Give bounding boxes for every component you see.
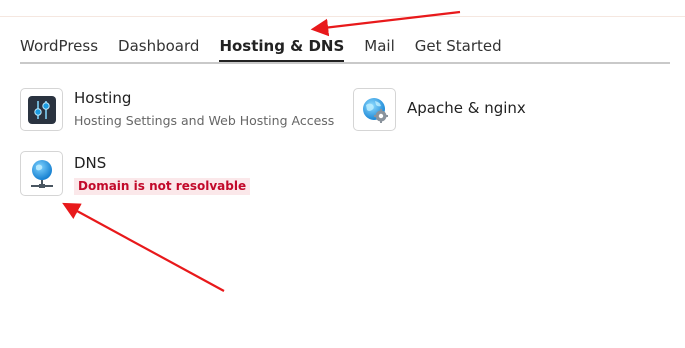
sliders-icon xyxy=(27,95,56,124)
tab-mail[interactable]: Mail xyxy=(364,37,394,60)
apache-nginx-tile[interactable]: Apache & nginx xyxy=(353,88,526,131)
globe-network-icon xyxy=(30,159,53,188)
hosting-description: Hosting Settings and Web Hosting Access xyxy=(74,113,335,128)
tab-hosting-dns[interactable]: Hosting & DNS xyxy=(219,37,345,62)
dns-status-badge: Domain is not resolvable xyxy=(74,178,251,195)
tab-wordpress[interactable]: WordPress xyxy=(20,37,98,60)
apache-icon-box[interactable] xyxy=(353,88,396,131)
arrow-to-dns-icon xyxy=(62,202,225,292)
apache-nginx-title[interactable]: Apache & nginx xyxy=(407,99,526,118)
dns-icon-box[interactable] xyxy=(20,151,63,196)
top-bar xyxy=(0,0,685,17)
hosting-title[interactable]: Hosting xyxy=(74,89,334,108)
globe-gear-icon xyxy=(362,97,388,123)
tab-dashboard[interactable]: Dashboard xyxy=(118,37,199,60)
tab-get-started[interactable]: Get Started xyxy=(415,37,502,60)
hosting-tile[interactable]: Hosting Hosting Settings and Web Hosting… xyxy=(20,88,334,131)
hosting-icon-box[interactable] xyxy=(20,88,63,131)
dns-tile[interactable]: DNS Domain is not resolvable xyxy=(20,151,251,196)
dns-title[interactable]: DNS xyxy=(74,154,250,173)
tab-bar: WordPress Dashboard Hosting & DNS Mail G… xyxy=(20,37,670,64)
